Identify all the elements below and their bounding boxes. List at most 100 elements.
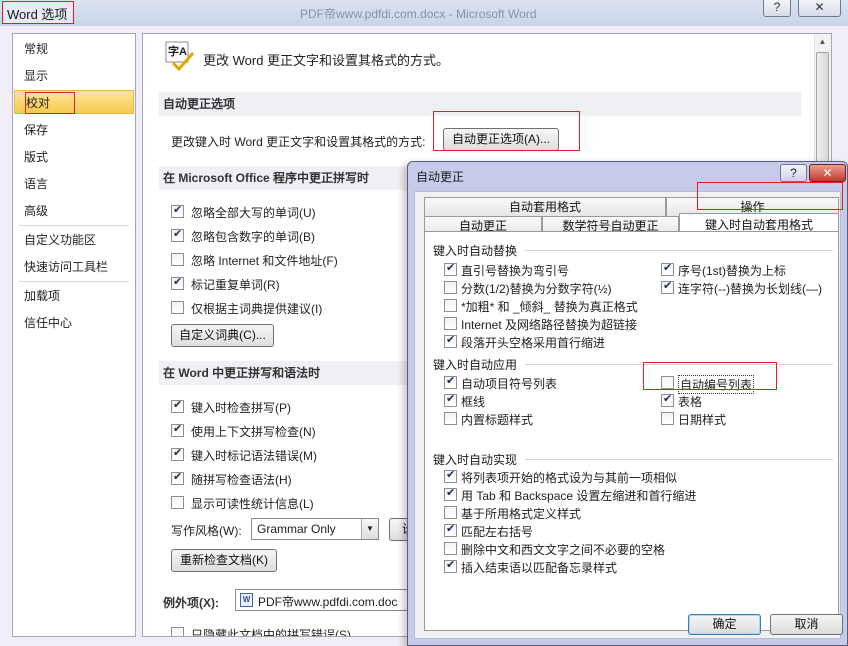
ordinals-checkbox[interactable] [661, 261, 674, 276]
nav-item-display[interactable]: 显示 [13, 64, 135, 88]
auto-bullets-label: 自动项目符号列表 [461, 377, 558, 391]
mark-grammar-checkbox[interactable] [171, 446, 184, 461]
tables-label: 表格 [678, 395, 703, 409]
group-realize-title: 键入时自动实现 [433, 453, 518, 467]
auto-bullets-checkbox[interactable] [444, 374, 457, 389]
hide-spelling-label: 只隐藏此文档中的拼写错误(S) [191, 628, 351, 637]
first-line-indent-label: 段落开头空格采用首行缩进 [461, 336, 606, 350]
nav-item-save[interactable]: 保存 [13, 118, 135, 142]
writing-style-select[interactable]: Grammar Only ▼ [251, 518, 379, 540]
remove-spaces-label: 删除中文和西文文字之间不必要的空格 [461, 543, 666, 557]
custom-dictionaries-button[interactable]: 自定义词典(C)... [171, 324, 274, 347]
ignore-numbers-label: 忽略包含数字的单词(B) [191, 230, 315, 244]
nav-item-layout[interactable]: 版式 [13, 145, 135, 169]
ignore-uppercase-checkbox[interactable] [171, 203, 184, 218]
highlight-box [433, 111, 580, 151]
hyperlinks-label: Internet 及网络路径替换为超链接 [461, 318, 638, 332]
writing-style-label: 写作风格(W): [171, 524, 242, 538]
background-window-title: PDF帝www.pdfdi.com.docx - Microsoft Word [300, 7, 537, 21]
contextual-spelling-checkbox[interactable] [171, 422, 184, 437]
abc-check-icon-text: 字A [168, 46, 187, 58]
readability-stats-checkbox[interactable] [171, 496, 184, 509]
dialog-help-button[interactable]: ? [780, 164, 807, 182]
fractions-label: 分数(1/2)替换为分数字符(½) [461, 282, 612, 296]
grammar-with-spelling-checkbox[interactable] [171, 470, 184, 485]
first-line-indent-checkbox[interactable] [444, 333, 457, 348]
cancel-button[interactable]: 取消 [770, 614, 843, 635]
heading-styles-checkbox[interactable] [444, 412, 457, 425]
hyperlinks-checkbox[interactable] [444, 317, 457, 330]
autocorrect-dialog: 自动更正 ? ✕ 自动套用格式 操作 自动更正 数学符号自动更正 键入时自动套用… [407, 161, 848, 646]
check-spelling-checkbox[interactable] [171, 398, 184, 413]
options-nav: 常规 显示 校对 保存 版式 语言 高级 自定义功能区 快速访问工具栏 加载项 … [12, 33, 136, 637]
grammar-with-spelling-label: 随拼写检查语法(H) [191, 473, 292, 487]
heading-styles-label: 内置标题样式 [461, 413, 534, 427]
nav-item-proofing[interactable]: 校对 [14, 90, 134, 114]
bold-italic-checkbox[interactable] [444, 299, 457, 312]
tab-panel: 键入时自动替换 直引号替换为弯引号 分数(1/2)替换为分数字符(½) *加粗*… [424, 231, 839, 631]
nav-item-language[interactable]: 语言 [13, 172, 135, 196]
dialog-body: 自动套用格式 操作 自动更正 数学符号自动更正 键入时自动套用格式 键入时自动替… [414, 191, 841, 639]
exceptions-select[interactable]: W PDF帝www.pdfdi.com.doc [235, 589, 425, 611]
group-divider [525, 459, 833, 460]
nav-item-advanced[interactable]: 高级 [13, 199, 135, 223]
group-apply-title: 键入时自动应用 [433, 358, 518, 372]
readability-stats-label: 显示可读性统计信息(L) [191, 497, 314, 511]
list-format-checkbox[interactable] [444, 468, 457, 483]
recheck-document-button[interactable]: 重新检查文档(K) [171, 549, 277, 572]
memo-closing-label: 插入结束语以匹配备忘录样式 [461, 561, 618, 575]
ignore-uppercase-label: 忽略全部大写的单词(U) [191, 206, 316, 220]
help-button[interactable]: ? [763, 0, 791, 17]
exceptions-value: PDF帝www.pdfdi.com.doc [258, 595, 398, 609]
ok-button[interactable]: 确定 [688, 614, 761, 635]
intro-text: 更改 Word 更正文字和设置其格式的方式。 [203, 53, 450, 68]
nav-item-general[interactable]: 常规 [13, 37, 135, 61]
hide-spelling-checkbox[interactable] [171, 627, 184, 636]
smart-quotes-checkbox[interactable] [444, 261, 457, 276]
group-divider [525, 250, 833, 251]
main-dict-only-checkbox[interactable] [171, 301, 184, 314]
define-styles-checkbox[interactable] [444, 506, 457, 519]
fractions-checkbox[interactable] [444, 281, 457, 294]
nav-item-addins[interactable]: 加载项 [13, 284, 135, 308]
date-styles-label: 日期样式 [678, 413, 727, 427]
match-parentheses-checkbox[interactable] [444, 522, 457, 537]
memo-closing-checkbox[interactable] [444, 558, 457, 573]
nav-item-customize-ribbon[interactable]: 自定义功能区 [13, 228, 135, 252]
tables-checkbox[interactable] [661, 392, 674, 407]
bold-italic-label: *加粗* 和 _倾斜_ 替换为真正格式 [461, 300, 638, 314]
writing-style-value: Grammar Only [257, 522, 336, 536]
ignore-internet-label: 忽略 Internet 和文件地址(F) [191, 254, 338, 268]
nav-divider [19, 281, 129, 282]
highlight-box [643, 362, 777, 390]
dialog-title: 自动更正 [416, 170, 465, 184]
borders-checkbox[interactable] [444, 392, 457, 407]
hyphens-label: 连字符(--)替换为长划线(—) [678, 282, 822, 296]
window-titlebar: Word 选项 PDF帝www.pdfdi.com.docx - Microso… [0, 0, 848, 26]
flag-repeated-label: 标记重复单词(R) [191, 278, 280, 292]
nav-item-quick-access[interactable]: 快速访问工具栏 [13, 255, 135, 279]
ignore-internet-checkbox[interactable] [171, 253, 184, 266]
hyphens-checkbox[interactable] [661, 279, 674, 294]
contextual-spelling-label: 使用上下文拼写检查(N) [191, 425, 316, 439]
close-button[interactable]: ✕ [798, 0, 841, 17]
tab-backspace-indent-checkbox[interactable] [444, 486, 457, 501]
flag-repeated-checkbox[interactable] [171, 275, 184, 290]
tab-autoformat[interactable]: 自动套用格式 [424, 197, 666, 216]
nav-item-trust-center[interactable]: 信任中心 [13, 311, 135, 335]
scroll-thumb[interactable] [816, 52, 829, 164]
remove-spaces-checkbox[interactable] [444, 542, 457, 555]
mark-grammar-label: 键入时标记语法错误(M) [191, 449, 317, 463]
nav-item-proofing-label: 校对 [24, 92, 76, 114]
window-title: Word 选项 [2, 1, 75, 24]
nav-divider [19, 225, 129, 226]
dialog-close-button[interactable]: ✕ [809, 164, 846, 182]
word-doc-icon: W [240, 593, 253, 607]
ignore-numbers-checkbox[interactable] [171, 227, 184, 242]
scroll-up-icon[interactable]: ▲ [816, 37, 829, 49]
highlight-box [697, 182, 843, 210]
tab-backspace-indent-label: 用 Tab 和 Backspace 设置左缩进和首行缩进 [461, 489, 697, 503]
date-styles-checkbox[interactable] [661, 412, 674, 425]
main-dict-only-label: 仅根据主词典提供建议(I) [191, 302, 323, 316]
define-styles-label: 基于所用格式定义样式 [461, 507, 582, 521]
